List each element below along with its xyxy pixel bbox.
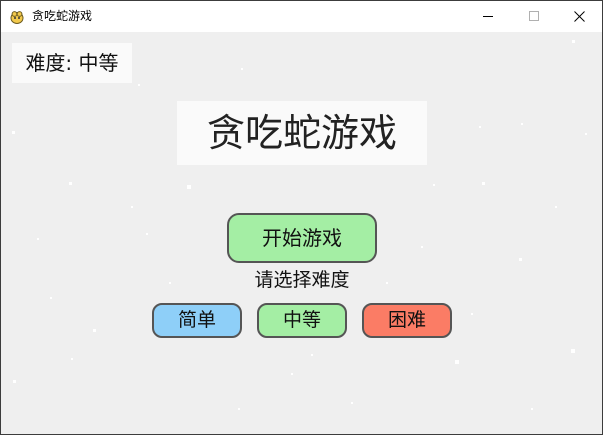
close-button[interactable] (556, 1, 602, 32)
game-title: 贪吃蛇游戏 (177, 101, 427, 165)
difficulty-easy-button[interactable]: 简单 (152, 303, 242, 338)
minimize-icon (483, 16, 493, 17)
game-window: 贪吃蛇游戏 难度: 中等 贪吃蛇游戏 开始游戏 请选择难度 简单 中等 困难 (0, 0, 603, 435)
maximize-button[interactable] (511, 1, 557, 32)
maximize-icon (529, 11, 539, 21)
difficulty-medium-button[interactable]: 中等 (257, 303, 347, 338)
current-difficulty-label: 难度: 中等 (12, 43, 132, 83)
window-title: 贪吃蛇游戏 (32, 9, 93, 23)
title-bar[interactable]: 贪吃蛇游戏 (1, 1, 602, 32)
close-icon (574, 11, 585, 22)
game-canvas: 难度: 中等 贪吃蛇游戏 开始游戏 请选择难度 简单 中等 困难 (1, 32, 602, 434)
difficulty-hard-button[interactable]: 困难 (362, 303, 452, 338)
start-game-button[interactable]: 开始游戏 (227, 213, 377, 263)
minimize-button[interactable] (465, 1, 511, 32)
select-difficulty-prompt: 请选择难度 (254, 269, 350, 291)
pygame-snake-icon (10, 11, 24, 24)
